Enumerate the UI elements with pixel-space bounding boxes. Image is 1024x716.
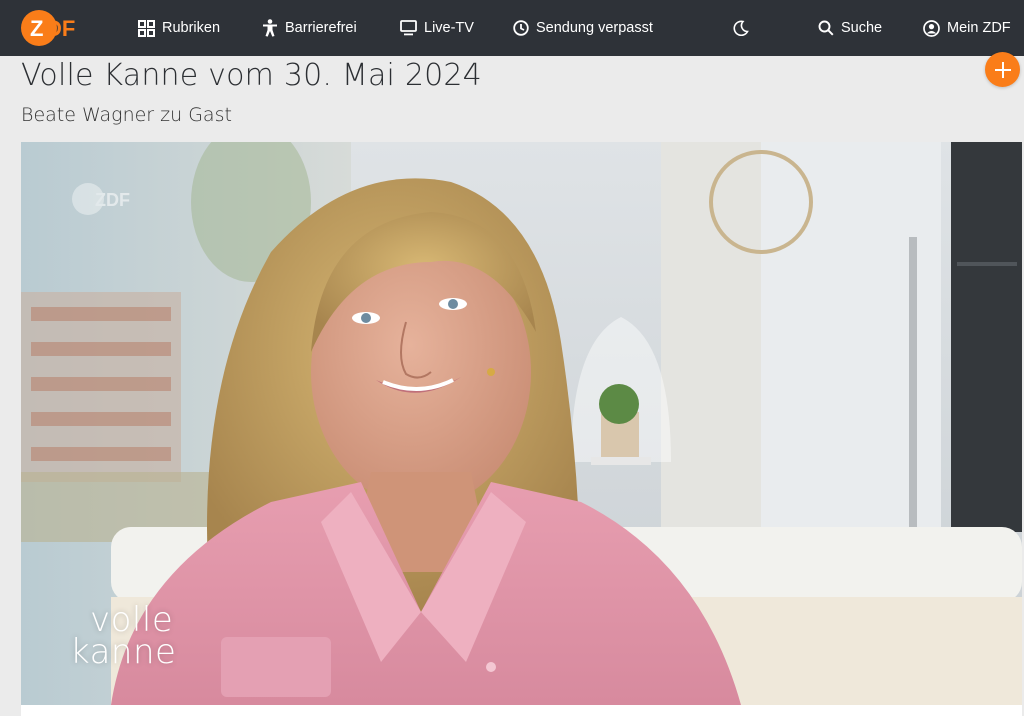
clock-icon (513, 20, 529, 36)
nav-suche[interactable]: Suche (818, 0, 882, 56)
nav-live-tv[interactable]: Live-TV (400, 0, 474, 56)
nav-sendung-verpasst[interactable]: Sendung verpasst (513, 0, 653, 56)
show-logo-line2: kanne (70, 632, 177, 672)
grid-icon (138, 19, 155, 37)
channel-watermark: ZDF (71, 182, 133, 216)
nav-barrierefrei-label: Barrierefrei (285, 20, 357, 36)
add-to-watchlist-button[interactable] (985, 52, 1020, 87)
nav-rubriken[interactable]: Rubriken (138, 0, 220, 56)
moon-icon (733, 20, 749, 36)
svg-text:DF: DF (46, 16, 75, 41)
page-subtitle: Beate Wagner zu Gast (21, 104, 232, 126)
nav-rubriken-label: Rubriken (162, 20, 221, 36)
accessibility-icon (263, 19, 277, 37)
nav-barrierefrei[interactable]: Barrierefrei (262, 0, 357, 56)
zdf-logo[interactable]: Z DF (20, 9, 80, 47)
nav-mein-zdf[interactable]: Mein ZDF (923, 0, 1011, 56)
nav-suche-label: Suche (841, 20, 883, 36)
show-logo: volle kanne (70, 603, 177, 672)
video-player[interactable]: ZDF volle kanne (21, 142, 1022, 705)
content-card-edge (21, 705, 1022, 716)
top-navigation: Z DF Rubriken Barrierefrei Live-TV Sendu… (0, 0, 1024, 56)
page-title: Volle Kanne vom 30. Mai 2024 (21, 58, 482, 93)
dark-mode-toggle[interactable] (733, 0, 749, 56)
search-icon (818, 20, 834, 36)
watermark-text: ZDF (95, 190, 130, 210)
nav-sendung-verpasst-label: Sendung verpasst (536, 20, 653, 36)
plus-icon (994, 61, 1011, 78)
user-icon (923, 19, 940, 37)
tv-icon (400, 20, 417, 36)
svg-text:Z: Z (30, 16, 43, 41)
nav-mein-zdf-label: Mein ZDF (947, 20, 1011, 36)
nav-live-tv-label: Live-TV (424, 20, 474, 36)
